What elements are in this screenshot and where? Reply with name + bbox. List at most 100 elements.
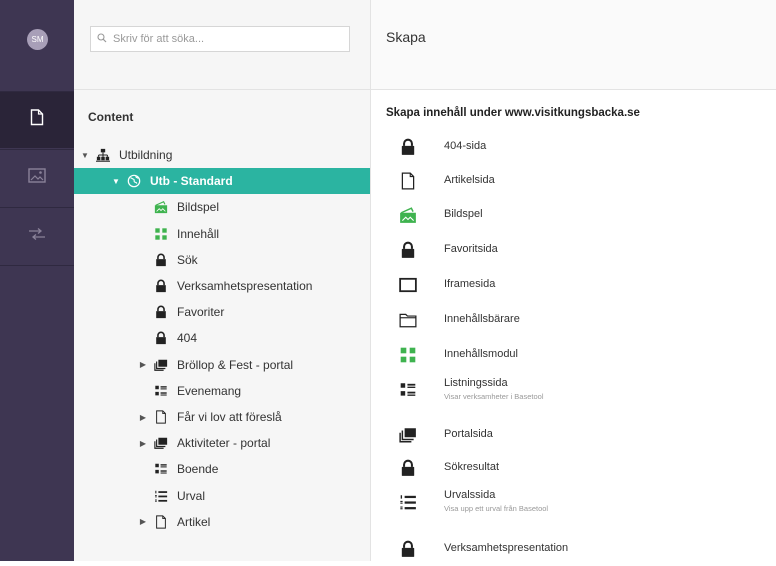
document-icon (399, 172, 417, 190)
tree-node[interactable]: Verksamhetspresentation (74, 273, 370, 299)
lock-icon (399, 459, 417, 477)
doc-type-name: Innehållsmodul (444, 348, 518, 360)
tree-node-label: Utbildning (119, 148, 173, 162)
sitemap-icon (96, 148, 110, 162)
doc-type-name: Artikelsida (444, 174, 495, 186)
search-input[interactable] (111, 32, 340, 46)
tree-node[interactable]: ▶ Får vi lov att föreslå (74, 404, 370, 430)
tree-node[interactable]: Innehåll (74, 221, 370, 247)
create-panel: Skapa Skapa innehåll under www.visitkung… (371, 0, 776, 561)
tree-node-label: Verksamhetspresentation (177, 279, 313, 293)
doc-type-name: Bildspel (444, 208, 483, 220)
doc-type-item[interactable]: Bildspel (371, 198, 776, 232)
lock-icon (399, 138, 417, 156)
divider (0, 265, 74, 266)
portal-icon (399, 426, 417, 444)
lock-icon (154, 253, 168, 267)
search-box[interactable] (90, 26, 350, 52)
modules-icon (399, 346, 417, 364)
doc-type-name: 404-sida (444, 140, 487, 152)
doc-type-item[interactable]: Innehållsmodul (371, 338, 776, 372)
doc-type-item[interactable]: Artikelsida (371, 164, 776, 198)
tree-node[interactable]: ▶ Artikel (74, 509, 370, 535)
tree-node-label: Bildspel (177, 200, 220, 215)
search-icon (97, 30, 107, 48)
doc-type-item[interactable]: Innehållsbärare (371, 303, 776, 337)
numbered-list-icon (399, 493, 417, 511)
caret-right-icon[interactable]: ▶ (138, 439, 148, 448)
tree-node[interactable]: 404 (74, 325, 370, 351)
divider (74, 89, 370, 90)
frame-icon (399, 276, 417, 294)
tree-node-label: Utb - Standard (150, 174, 233, 189)
caret-right-icon[interactable]: ▶ (138, 360, 148, 369)
folder-icon (399, 311, 417, 329)
section-sidebar: SM (0, 0, 74, 561)
slideshow-icon (154, 200, 168, 214)
doc-type-name: Listningssida (444, 377, 508, 389)
doc-type-item[interactable]: Favoritsida (371, 233, 776, 267)
tree-node-label: 404 (177, 331, 198, 346)
tree-node[interactable]: ▼ Utbildning (74, 142, 370, 168)
caret-right-icon[interactable]: ▶ (138, 413, 148, 422)
tree-node[interactable]: ▶ Bröllop & Fest - portal (74, 352, 370, 378)
listing-icon (399, 381, 417, 399)
doc-type-name: Favoritsida (444, 243, 498, 255)
lock-icon (399, 540, 417, 558)
doc-type-description: Visa upp ett urval från Basetool (444, 504, 549, 513)
content-tree-panel: Content ▼ Utbildning ▼ Utb - Standard Bildsp… (74, 0, 371, 561)
listing-icon (154, 384, 168, 398)
caret-down-icon[interactable]: ▼ (80, 151, 90, 160)
document-icon (154, 515, 168, 529)
slideshow-icon (399, 206, 417, 224)
doc-type-name: Iframesida (444, 278, 496, 290)
lock-icon (154, 305, 168, 319)
tree-node-label: Evenemang (177, 383, 242, 398)
tree-node-label: Får vi lov att föreslå (177, 410, 282, 424)
tree-node[interactable]: ▼ Utb - Standard (74, 168, 370, 195)
page-title: Skapa (386, 29, 426, 45)
section-media[interactable] (0, 150, 74, 206)
swap-arrows-icon (28, 227, 46, 245)
create-subtitle: Skapa innehåll under www.visitkungsbacka… (386, 107, 640, 119)
lock-icon (154, 279, 168, 293)
modules-icon (154, 227, 168, 241)
doc-type-name: Verksamhetspresentation (444, 542, 569, 554)
panel-header: Skapa (371, 0, 776, 90)
doc-type-item[interactable]: Portalsida (371, 418, 776, 452)
tree-node[interactable]: Sök (74, 247, 370, 273)
tree-node-label: Innehåll (177, 226, 220, 241)
tree-title: Content (88, 110, 134, 124)
tree-node-label: Bröllop & Fest - portal (177, 357, 294, 372)
tree-node[interactable]: Bildspel (74, 194, 370, 220)
caret-down-icon[interactable]: ▼ (111, 177, 121, 186)
doc-type-item[interactable]: Iframesida (371, 268, 776, 302)
doc-type-item[interactable]: Urvalssida Visa upp ett urval från Baseto… (371, 485, 776, 519)
tree-node[interactable]: Favoriter (74, 299, 370, 325)
tree-node-label: Artikel (177, 514, 211, 529)
tree-node-label: Boende (177, 462, 219, 477)
tree-node-label: Sök (177, 252, 198, 267)
tree-node[interactable]: Urval (74, 483, 370, 509)
tree-node-label: Aktiviteter - portal (177, 436, 271, 451)
document-icon (154, 410, 168, 424)
image-icon (28, 168, 46, 188)
caret-right-icon[interactable]: ▶ (138, 517, 148, 526)
tree-node[interactable]: Boende (74, 456, 370, 482)
listing-icon (154, 462, 168, 476)
section-content[interactable] (0, 92, 74, 148)
document-icon (30, 109, 44, 131)
lock-icon (154, 331, 168, 345)
doc-type-name: Innehållsbärare (444, 313, 520, 325)
doc-type-item[interactable]: Listningssida Visar verksamheter i Baseto… (371, 373, 776, 407)
tree-node[interactable]: ▶ Aktiviteter - portal (74, 430, 370, 456)
section-translation[interactable] (0, 208, 74, 264)
doc-type-item[interactable]: 404-sida (371, 130, 776, 164)
doc-type-item[interactable]: Sökresultat (371, 451, 776, 485)
tree-node-label: Urval (177, 488, 206, 503)
avatar[interactable]: SM (27, 29, 48, 50)
tree-node[interactable]: Evenemang (74, 378, 370, 404)
numbered-list-icon (154, 489, 168, 503)
doc-type-name: Sökresultat (444, 461, 500, 473)
portal-icon (154, 436, 168, 450)
